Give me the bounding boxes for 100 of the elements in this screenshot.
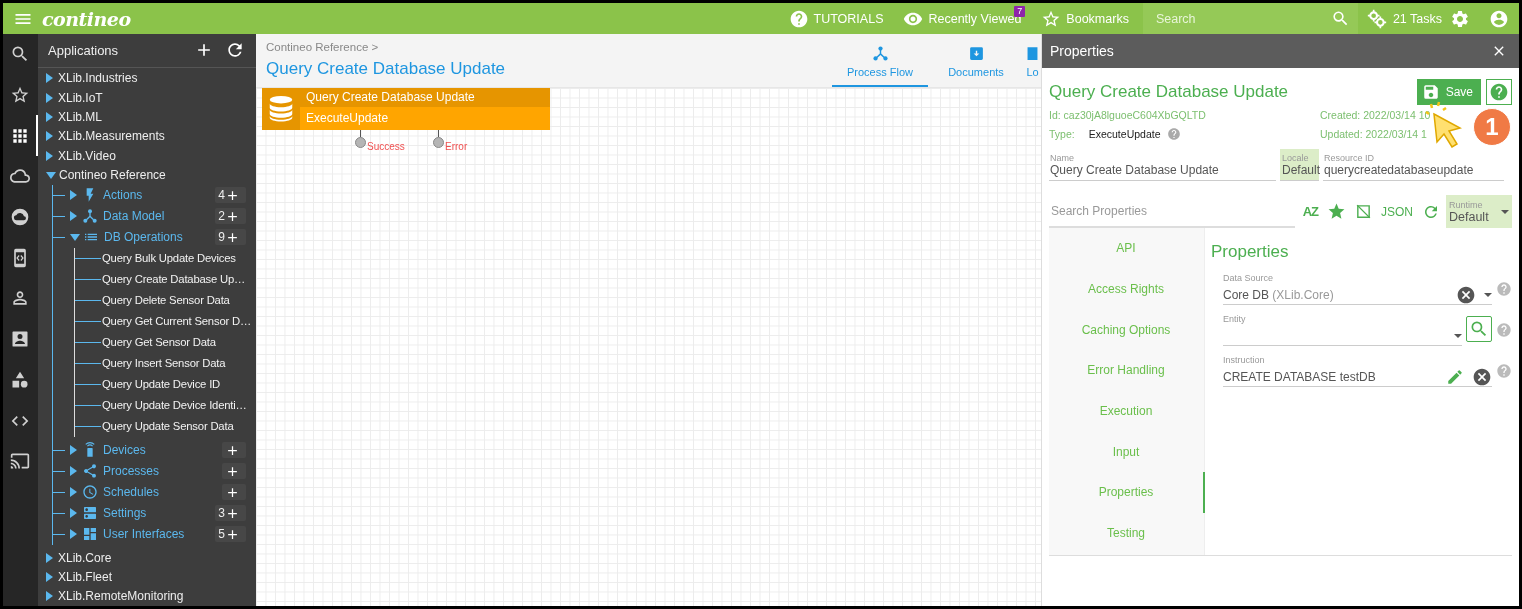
- expand-arrow[interactable]: [70, 487, 77, 498]
- item-count: 4: [218, 188, 225, 203]
- text-field[interactable]: Name Query Create Database Update: [1049, 149, 1276, 181]
- tree-item[interactable]: XLib.ML: [58, 110, 103, 125]
- tree-item[interactable]: Settings: [103, 506, 216, 521]
- help-button[interactable]: [1486, 79, 1512, 105]
- tree-item[interactable]: Query Get Sensor Data: [102, 336, 216, 349]
- item-title: Query Create Database Update: [1049, 82, 1290, 102]
- item-count: 3: [218, 506, 225, 521]
- hierarchy-icon: [82, 208, 98, 225]
- port-label: Error: [445, 141, 468, 152]
- expand-arrow[interactable]: [46, 150, 53, 161]
- tree-item[interactable]: Devices: [103, 443, 222, 458]
- search-field[interactable]: Search Properties: [1049, 202, 1295, 219]
- expand-arrow[interactable]: [70, 445, 77, 456]
- panel-title: Applications: [48, 42, 120, 58]
- tree-item[interactable]: Actions: [103, 188, 216, 203]
- share-icon: [82, 463, 98, 480]
- field-hint: (XLib.Core): [1272, 287, 1334, 302]
- tree-item[interactable]: Query Update Device ID: [102, 378, 221, 391]
- field-label: Data Source: [1223, 273, 1275, 285]
- updated-date: Updated: 2022/03/14 1: [1320, 127, 1428, 140]
- collapse-arrow[interactable]: [46, 171, 56, 179]
- download-icon: [967, 45, 985, 62]
- port-label: Success: [367, 141, 405, 152]
- field-label: Instruction: [1223, 355, 1266, 367]
- step-badge: 1: [1473, 108, 1511, 146]
- tree-item[interactable]: XLib.RemoteMonitoring: [58, 589, 184, 604]
- pencil-icon[interactable]: [1446, 367, 1464, 386]
- text-field[interactable]: Resource ID querycreatedatabaseupdate: [1323, 149, 1504, 181]
- item-count: 5: [218, 527, 225, 542]
- type-label: Type:: [1049, 127, 1075, 140]
- save-icon: [1421, 83, 1440, 101]
- item-count: 2: [218, 209, 225, 224]
- tree-item[interactable]: XLib.Core: [58, 550, 112, 565]
- sort-button[interactable]: AZ: [1302, 204, 1318, 219]
- tree-item[interactable]: XLib.Video: [58, 148, 116, 163]
- tree-item[interactable]: Query Update Device Identi…: [102, 399, 247, 412]
- tree-item[interactable]: User Interfaces: [103, 527, 216, 542]
- caret-icon[interactable]: [1454, 333, 1462, 338]
- dashboard-icon: [82, 526, 98, 543]
- count-badge: 7: [1014, 5, 1026, 17]
- save-button[interactable]: Save: [1416, 79, 1481, 105]
- tree-item[interactable]: Query Create Database Up…: [102, 273, 246, 286]
- cast-icon[interactable]: [9, 451, 30, 472]
- node-title: Query Create Database Update: [300, 88, 550, 107]
- expand-arrow[interactable]: [46, 112, 53, 123]
- expand-arrow[interactable]: [70, 211, 77, 222]
- tree-item[interactable]: Query Update Sensor Data: [102, 420, 234, 433]
- json-button[interactable]: JSON: [1381, 204, 1413, 219]
- search-bar[interactable]: Search: [1142, 3, 1358, 34]
- tree-item[interactable]: Data Model: [103, 209, 216, 224]
- tree-item[interactable]: Query Insert Sensor Data: [102, 357, 226, 370]
- tree-item[interactable]: XLib.IoT: [58, 90, 103, 105]
- expand-arrow[interactable]: [46, 92, 53, 103]
- star-icon[interactable]: [1327, 202, 1346, 221]
- tree-item[interactable]: Schedules: [103, 485, 222, 500]
- help-icon: [1489, 82, 1509, 102]
- caret-icon[interactable]: [1484, 292, 1492, 297]
- expand-arrow[interactable]: [46, 571, 53, 582]
- item-id: Id: caz30jA8lguoeC604XbGQLTD: [1049, 108, 1206, 121]
- tree-item[interactable]: Contineo Reference: [59, 168, 166, 183]
- breadcrumb[interactable]: Contineo Reference >: [266, 40, 832, 53]
- crossed-square-icon[interactable]: [1355, 203, 1372, 220]
- port-connector[interactable]: [355, 130, 366, 148]
- clear-icon[interactable]: [1456, 284, 1476, 305]
- field-value: CREATE DATABASE testDB: [1223, 369, 1376, 384]
- logo: contineo: [42, 7, 131, 30]
- expand-arrow[interactable]: [46, 73, 53, 84]
- tab[interactable]: Lo: [1024, 34, 1041, 87]
- item-count: 9: [218, 230, 225, 245]
- created-date: Created: 2022/03/14 10: [1320, 108, 1432, 121]
- tree-item[interactable]: Query Get Current Sensor D…: [102, 315, 252, 328]
- tree-item[interactable]: Query Delete Sensor Data: [102, 294, 230, 307]
- help-icon: [788, 8, 809, 29]
- tree-item[interactable]: XLib.Measurements: [58, 129, 165, 144]
- expand-arrow[interactable]: [46, 552, 53, 563]
- port-connector[interactable]: [433, 130, 444, 148]
- expand-arrow[interactable]: [70, 508, 77, 519]
- search-field[interactable]: Search: [1153, 10, 1331, 27]
- expand-arrow[interactable]: [46, 591, 53, 602]
- tab[interactable]: Documents: [928, 34, 1024, 87]
- expand-arrow[interactable]: [70, 190, 77, 201]
- field-value: Core DB: [1223, 287, 1269, 302]
- node-type: ExecuteUpdate: [300, 107, 550, 130]
- tree-item[interactable]: Processes: [103, 464, 222, 479]
- tree-item[interactable]: XLib.Fleet: [58, 569, 113, 584]
- search-icon: [1469, 319, 1489, 339]
- runtime-select[interactable]: Runtime Default: [1446, 195, 1512, 228]
- expand-arrow[interactable]: [46, 131, 53, 142]
- locale-select[interactable]: Locale Default: [1280, 149, 1319, 181]
- tree-item[interactable]: XLib.Industries: [58, 71, 138, 86]
- expand-arrow[interactable]: [70, 529, 77, 540]
- tree-item[interactable]: DB Operations: [104, 230, 216, 245]
- clear-icon[interactable]: [1472, 366, 1492, 387]
- tree-item[interactable]: Query Bulk Update Devices: [102, 252, 236, 265]
- expand-arrow[interactable]: [70, 466, 77, 477]
- type-value: ExecuteUpdate: [1088, 127, 1161, 140]
- panel-title: Properties: [1050, 43, 1115, 59]
- page-title: Query Create Database Update: [266, 58, 507, 79]
